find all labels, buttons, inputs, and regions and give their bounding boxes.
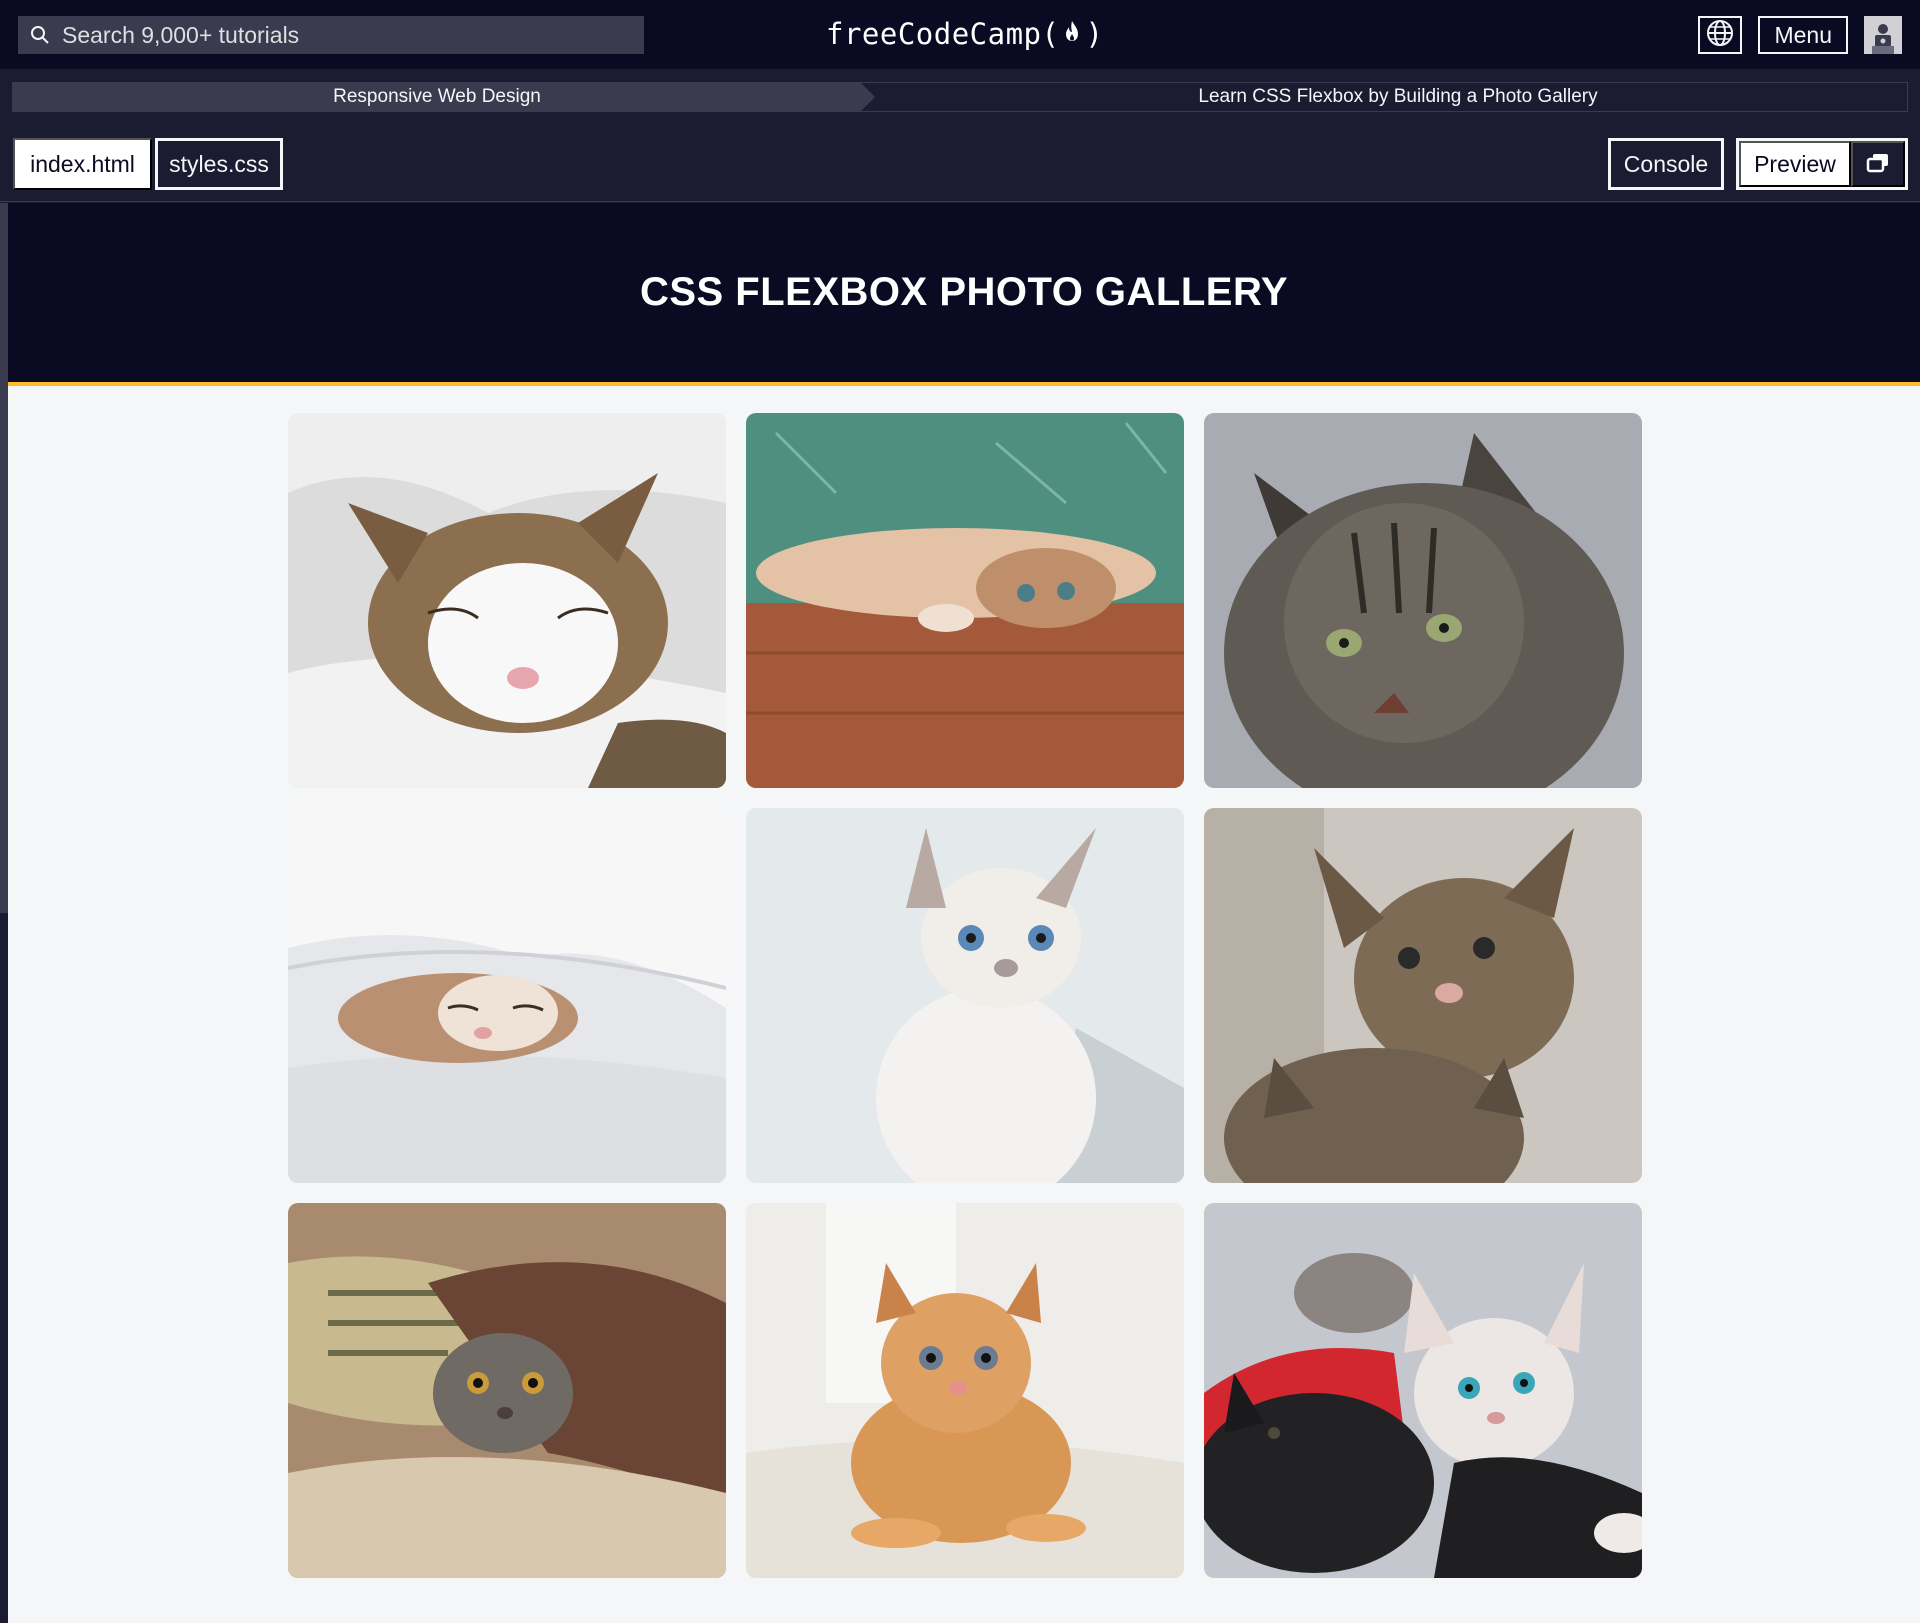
breadcrumb-superblock[interactable]: Responsive Web Design: [13, 83, 875, 111]
gallery-photo: [1204, 1203, 1642, 1578]
photo-gallery: [288, 413, 1642, 1578]
gallery-photo: [746, 808, 1184, 1183]
gallery-photo: [1204, 808, 1642, 1183]
gallery-photo: [746, 1203, 1184, 1578]
editor-tabs-row: index.html styles.css Console Preview: [0, 128, 1920, 202]
search-bar[interactable]: [18, 16, 644, 54]
cat-sleeping-image: [288, 413, 726, 788]
globe-icon: [1706, 19, 1734, 52]
preview-pane: CSS FLEXBOX PHOTO GALLERY: [0, 203, 1920, 1623]
avatar[interactable]: [1864, 16, 1902, 54]
orange-kitten-image: [746, 1203, 1184, 1578]
menu-button[interactable]: Menu: [1758, 16, 1848, 54]
scrollbar[interactable]: [0, 203, 8, 913]
freecodecamp-logo[interactable]: freeCodeCamp( ): [826, 14, 1103, 54]
language-button[interactable]: [1698, 16, 1743, 54]
gallery-photo: [746, 413, 1184, 788]
logo-text-right: ): [1085, 17, 1104, 51]
user-avatar-icon: [1872, 24, 1894, 54]
gallery-photo: [1204, 413, 1642, 788]
breadcrumb: Responsive Web Design Learn CSS Flexbox …: [12, 82, 1908, 112]
breadcrumb-block[interactable]: Learn CSS Flexbox by Building a Photo Ga…: [861, 83, 1907, 111]
preview-toggle-group: Preview: [1736, 138, 1908, 190]
tabby-kittens-image: [1204, 808, 1642, 1183]
search-icon: [18, 16, 62, 54]
tabby-cat-image: [1204, 413, 1642, 788]
cat-under-blanket-image: [288, 1203, 726, 1578]
page-title: CSS FLEXBOX PHOTO GALLERY: [639, 270, 1289, 314]
tab-preview[interactable]: Preview: [1739, 141, 1851, 187]
cat-under-sheet-image: [288, 808, 726, 1183]
search-input[interactable]: [62, 16, 644, 54]
gallery-photo: [288, 1203, 726, 1578]
cat-on-floor-image: [746, 413, 1184, 788]
tab-index-html[interactable]: index.html: [13, 138, 152, 190]
gallery-photo: [288, 808, 726, 1183]
tab-console[interactable]: Console: [1608, 138, 1724, 190]
white-kitten-image: [746, 808, 1184, 1183]
external-window-icon: [1866, 152, 1890, 177]
gallery-photo: [288, 413, 726, 788]
flame-icon: [1063, 19, 1081, 49]
kittens-image: [1204, 1203, 1642, 1578]
logo-text-left: freeCodeCamp(: [826, 17, 1060, 51]
top-nav: freeCodeCamp( ) Menu: [0, 0, 1920, 69]
preview-popout-button[interactable]: [1851, 141, 1905, 187]
tab-styles-css[interactable]: styles.css: [155, 138, 283, 190]
gallery-header: CSS FLEXBOX PHOTO GALLERY: [8, 203, 1920, 386]
